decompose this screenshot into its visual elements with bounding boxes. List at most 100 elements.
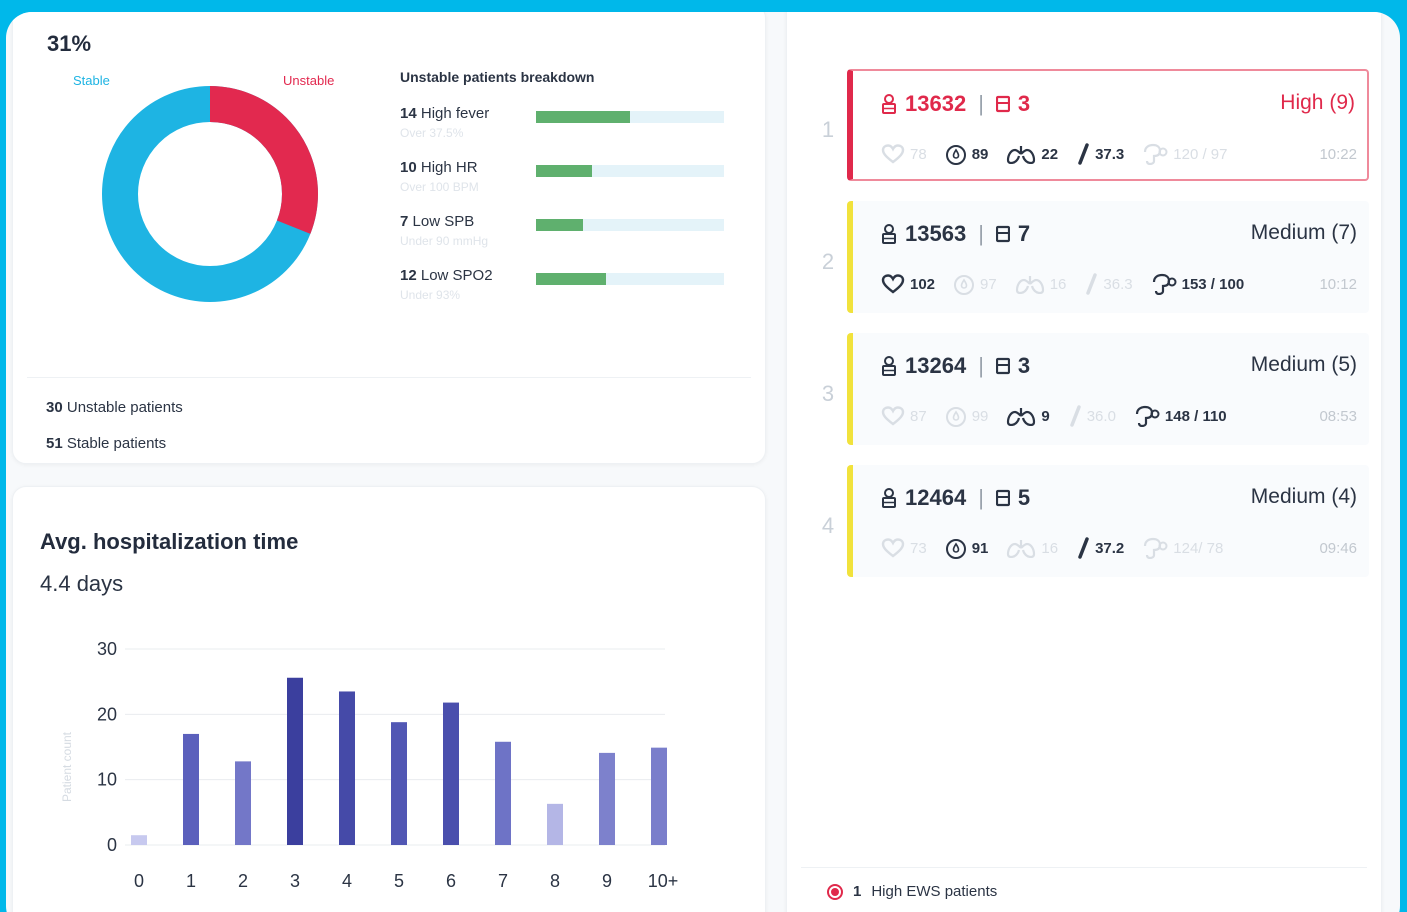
heart-rate-value: 102: [910, 275, 936, 293]
breakdown-sublabel: Under 93%: [400, 288, 461, 302]
card-divider: [27, 377, 751, 378]
row-index: 2: [821, 249, 835, 274]
x-tick-label: 9: [602, 871, 612, 891]
bed-number: 5: [1017, 485, 1031, 510]
bed-number: 7: [1017, 221, 1031, 246]
user-lock-icon: [882, 94, 896, 114]
patient-id-line: 12464 | 5: [881, 485, 1030, 511]
thermometer-icon: [1086, 273, 1098, 295]
thermometer-icon: [1078, 537, 1089, 559]
unstable-patients-card: 31% Stable Unstable Unstable patients br…: [12, 12, 766, 464]
respiratory-rate-vital: 16: [1006, 538, 1058, 558]
measurement-time: 08:53: [1319, 407, 1357, 425]
stable-count-label: Stable patients: [66, 435, 167, 452]
heart-rate-value: 78: [910, 145, 927, 163]
temperature-vital: 37.2: [1076, 537, 1124, 559]
measurement-time: 10:12: [1319, 275, 1357, 293]
patient-card-medium[interactable]: 13264 | 3 Medium (5) 87 99 9 36.0 148 / …: [847, 333, 1369, 445]
x-tick-label: 1: [186, 871, 196, 891]
high-ews-summary[interactable]: 1 High EWS patients: [827, 883, 997, 900]
breakdown-row-high-hr: 10 High HR Over 100 BPM: [400, 159, 740, 203]
breakdown-row-low-spb: 7 Low SPB Under 90 mmHg: [400, 213, 740, 257]
vitals-row: 87 99 9 36.0 148 / 110 08:53: [881, 405, 1357, 427]
blood-pressure-value: 124/ 78: [1173, 539, 1224, 557]
heart-rate-value: 87: [910, 407, 927, 425]
stable-count-line: 51 Stable patients: [46, 435, 166, 452]
bed-icon: [995, 225, 1010, 243]
heart-rate-vital: 102: [881, 274, 935, 294]
id-separator: |: [978, 91, 984, 116]
temperature-vital: 36.0: [1068, 405, 1116, 427]
unstable-percent: 31%: [47, 31, 92, 56]
lungs-icon: [1015, 276, 1044, 294]
blood-pressure-value: 153 / 100: [1181, 275, 1245, 293]
drop-icon: [945, 145, 966, 165]
dashboard-screen: 31% Stable Unstable Unstable patients br…: [6, 12, 1400, 912]
blood-pressure-icon: [1152, 273, 1177, 295]
bed-icon: [995, 95, 1010, 113]
row-index: 1: [821, 117, 835, 142]
blood-pressure-icon: [1144, 537, 1168, 559]
breakdown-bar-track: [536, 273, 724, 285]
heart-icon: [881, 274, 905, 294]
temperature-value: 37.2: [1095, 539, 1125, 557]
alert-dot-icon: [827, 883, 843, 900]
patient-card-medium[interactable]: 13563 | 7 Medium (7) 102 97 16 36.3 153 …: [847, 201, 1369, 313]
spo2-vital: 97: [953, 273, 997, 295]
respiratory-rate-value: 16: [1049, 275, 1067, 293]
breakdown-bar-track: [536, 219, 724, 231]
breakdown-bar-fill: [536, 273, 606, 285]
respiratory-rate-value: 16: [1041, 539, 1059, 557]
patient-id-line: 13632 | 3: [881, 91, 1030, 117]
breakdown-row-high-fever: 14 High fever Over 37.5%: [400, 105, 740, 149]
stable-count: 51: [46, 435, 63, 452]
row-index: 3: [821, 381, 835, 406]
heart-icon: [881, 144, 905, 164]
unstable-count-line: 30 Unstable patients: [46, 399, 183, 416]
stability-donut-chart: [102, 86, 318, 302]
breakdown-label: Low SPB: [412, 213, 475, 230]
patient-card-medium[interactable]: 12464 | 5 Medium (4) 73 91 16 37.2 124/ …: [847, 465, 1369, 577]
histogram-bar: [287, 677, 303, 845]
measurement-time: 09:46: [1319, 539, 1357, 557]
temperature-value: 36.3: [1103, 275, 1133, 293]
temperature-vital: 37.3: [1076, 143, 1124, 165]
x-tick-label: 10+: [648, 871, 679, 891]
heart-rate-vital: 78: [881, 144, 927, 164]
hospitalization-card: Avg. hospitalization time 4.4 days 30 20 1…: [12, 486, 766, 912]
risk-level: Medium (4): [1250, 485, 1357, 508]
histogram-bar: [391, 722, 407, 845]
length-of-stay-histogram: 3020100012345678910+Patient countLength …: [60, 639, 679, 891]
histogram-bar: [183, 733, 199, 845]
temperature-value: 37.3: [1095, 145, 1125, 163]
bed-number: 3: [1017, 91, 1031, 116]
measurement-time: 10:22: [1319, 145, 1357, 163]
patient-row[interactable]: 2 13563 | 7 Medium (7) 102 97 16 36.3 15…: [817, 201, 1377, 313]
heart-icon: [881, 406, 905, 426]
x-tick-label: 5: [394, 871, 404, 891]
breakdown-sublabel: Over 37.5%: [400, 126, 464, 140]
user-lock-icon: [882, 488, 896, 508]
breakdown-count: 10: [400, 159, 417, 176]
patient-row[interactable]: 1 13632 | 3 High (9) 78 89 22 37.3 120 /…: [817, 69, 1377, 181]
bed-icon: [995, 489, 1010, 507]
x-tick-label: 2: [238, 871, 248, 891]
y-tick-label: 10: [97, 770, 117, 790]
breakdown-bar-fill: [536, 165, 593, 177]
patient-id: 13264: [905, 353, 967, 378]
respiratory-rate-vital: 9: [1006, 406, 1050, 426]
drop-icon: [945, 539, 966, 559]
histogram-bar: [443, 702, 459, 845]
id-separator: |: [978, 353, 984, 378]
patient-row[interactable]: 3 13264 | 3 Medium (5) 87 99 9 36.0 148 …: [817, 333, 1377, 445]
high-ews-count: 1: [853, 883, 862, 900]
user-lock-icon: [882, 224, 896, 244]
user-lock-icon: [882, 356, 896, 376]
spo2-value: 89: [971, 145, 989, 163]
y-axis-label: Patient count: [60, 731, 74, 802]
patient-card-high[interactable]: 13632 | 3 High (9) 78 89 22 37.3 120 / 9…: [847, 69, 1369, 181]
patient-id-line: 13264 | 3: [881, 353, 1030, 379]
blood-pressure-value: 120 / 97: [1173, 145, 1228, 163]
patient-row[interactable]: 4 12464 | 5 Medium (4) 73 91 16 37.2 124…: [817, 465, 1377, 577]
blood-pressure-vital: 124/ 78: [1142, 537, 1223, 559]
